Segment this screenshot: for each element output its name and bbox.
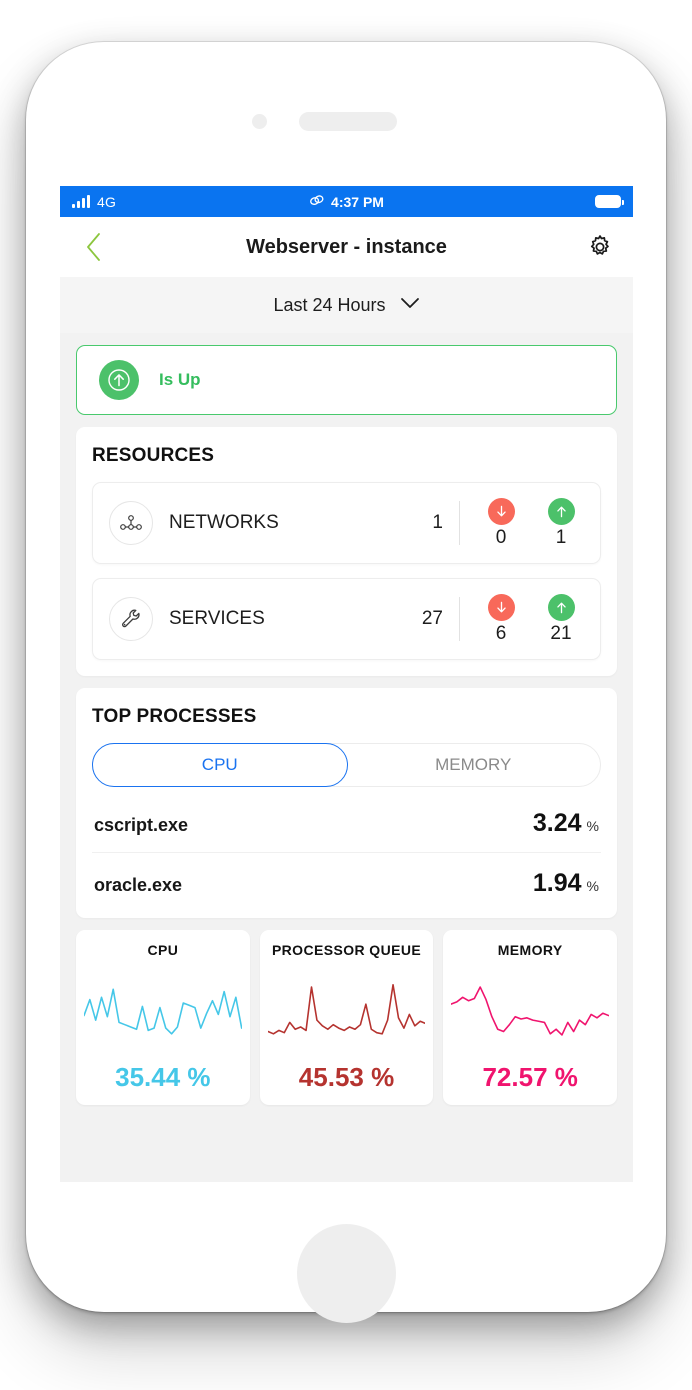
status-banner-label: Is Up: [159, 370, 201, 389]
metric-value: 35.44 %: [115, 1062, 211, 1092]
back-button[interactable]: [78, 232, 108, 262]
resource-down-value: 0: [495, 526, 507, 548]
metric-title: MEMORY: [497, 942, 563, 958]
arrow-up-circle-icon: [99, 360, 139, 400]
sparkline-chart: [84, 980, 242, 1042]
scroll-content: Last 24 Hours Is Up RESOURCES NETWORKS 1…: [60, 277, 633, 1115]
time-range-selector[interactable]: Last 24 Hours: [60, 277, 633, 333]
resource-total: 27: [421, 608, 443, 629]
gear-icon[interactable]: [585, 232, 615, 262]
process-row[interactable]: cscript.exe 3.24 %: [92, 793, 601, 853]
metric-value: 45.53 %: [298, 1062, 395, 1092]
resource-up-stat: 21: [536, 593, 586, 645]
arrow-down-circle-icon: [487, 497, 515, 525]
sparkline-chart: [268, 980, 426, 1042]
resource-up-value: 21: [550, 622, 572, 644]
resource-name: NETWORKS: [169, 512, 279, 533]
resource-down-value: 6: [495, 622, 507, 644]
status-bar: 4G 4:37 PM: [60, 186, 633, 217]
process-row[interactable]: oracle.exe 1.94 %: [92, 853, 601, 902]
status-bar-right: [595, 195, 624, 208]
battery-icon: [595, 195, 624, 208]
time-range-label: Last 24 Hours: [273, 294, 386, 315]
process-value: 1.94: [532, 869, 582, 897]
page-title: Webserver - instance: [246, 235, 447, 258]
process-unit: %: [586, 818, 599, 834]
clock-label: 4:37 PM: [331, 193, 384, 210]
resources-panel: RESOURCES NETWORKS 1 0 1 SERVICES 27 6 2…: [76, 427, 617, 676]
metric-card-memory[interactable]: MEMORY 72.57 %: [443, 930, 618, 1105]
top-processes-panel: TOP PROCESSES CPU MEMORY cscript.exe 3.2…: [76, 688, 617, 918]
process-value: 3.24: [532, 809, 582, 837]
sparkline-chart: [451, 980, 609, 1042]
process-metric-tabs: CPU MEMORY: [92, 743, 601, 787]
metric-cards: CPU 35.44 % PROCESSOR QUEUE 45.53 % MEMO…: [76, 930, 618, 1105]
front-camera-icon: [252, 114, 267, 129]
resource-name: SERVICES: [169, 608, 265, 629]
wrench-icon: [109, 597, 153, 641]
resource-up-stat: 1: [536, 497, 586, 549]
process-name: cscript.exe: [94, 815, 189, 835]
tab-memory[interactable]: MEMORY: [347, 744, 601, 786]
chevron-down-icon: [400, 296, 420, 314]
resources-title: RESOURCES: [92, 445, 215, 466]
link-loop-icon: [309, 194, 325, 210]
divider: [459, 501, 460, 545]
status-banner[interactable]: Is Up: [76, 345, 617, 415]
metric-value: 72.57 %: [482, 1062, 578, 1092]
metric-card-cpu[interactable]: CPU 35.44 %: [76, 930, 250, 1105]
resource-up-value: 1: [555, 526, 567, 548]
tab-cpu[interactable]: CPU: [92, 743, 348, 787]
metric-title: PROCESSOR QUEUE: [271, 942, 422, 958]
arrow-up-circle-icon: [547, 593, 575, 621]
resource-total: 1: [432, 512, 443, 533]
process-unit: %: [586, 878, 599, 894]
resource-down-stat: 6: [476, 593, 526, 645]
arrow-down-circle-icon: [487, 593, 515, 621]
status-bar-center: 4:37 PM: [60, 194, 633, 210]
metric-title: CPU: [147, 942, 179, 958]
metric-card-processor-queue[interactable]: PROCESSOR QUEUE 45.53 %: [259, 930, 434, 1105]
divider: [459, 597, 460, 641]
phone-screen: 4G 4:37 PM Webserver - instance Last 24 …: [60, 186, 633, 1182]
process-name: oracle.exe: [94, 875, 183, 895]
resource-row-networks[interactable]: NETWORKS 1 0 1: [92, 482, 601, 564]
resource-down-stat: 0: [476, 497, 526, 549]
top-processes-title: TOP PROCESSES: [92, 706, 257, 727]
arrow-up-circle-icon: [547, 497, 575, 525]
signal-bars-icon: [72, 195, 90, 208]
home-button[interactable]: [297, 1224, 396, 1323]
status-bar-left: 4G: [72, 194, 116, 210]
resource-row-services[interactable]: SERVICES 27 6 21: [92, 578, 601, 660]
earpiece-speaker: [299, 112, 397, 131]
navigation-bar: Webserver - instance: [60, 217, 633, 277]
network-topology-icon: [109, 501, 153, 545]
network-type-label: 4G: [97, 193, 117, 210]
